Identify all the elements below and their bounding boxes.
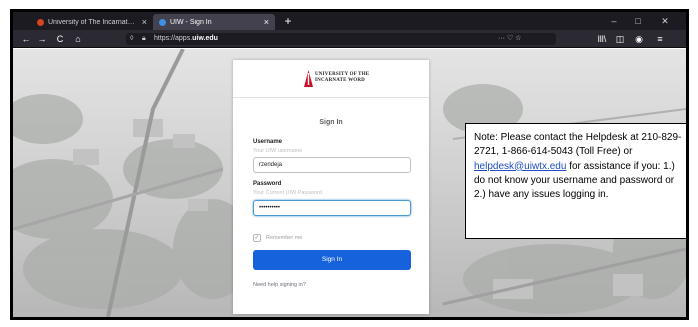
password-hint: Your Current UIW Password bbox=[253, 190, 322, 196]
username-input[interactable]: rzendeja bbox=[253, 157, 411, 173]
tab-uiw-sign-in[interactable]: UIW - Sign In × bbox=[153, 14, 275, 30]
tab-strip: University of The Incarnate W... × UIW -… bbox=[13, 12, 686, 30]
close-tab-icon[interactable]: × bbox=[142, 17, 147, 27]
home-icon[interactable]: ⌂ bbox=[71, 32, 85, 46]
maximize-icon[interactable]: □ bbox=[626, 12, 650, 30]
remember-me-checkbox[interactable]: ✓ bbox=[253, 234, 261, 242]
back-icon[interactable]: ← bbox=[19, 32, 33, 46]
tab-title: University of The Incarnate W... bbox=[48, 18, 138, 26]
forward-icon[interactable]: → bbox=[35, 32, 49, 46]
sign-in-card: UNIVERSITY OF THE INCARNATE WORD Sign In… bbox=[233, 60, 429, 314]
sign-in-button[interactable]: Sign In bbox=[253, 250, 411, 270]
uiw-logo-icon bbox=[304, 70, 313, 87]
helpdesk-note: Note: Please contact the Helpdesk at 210… bbox=[465, 123, 686, 239]
account-icon[interactable]: ◉ bbox=[632, 32, 646, 46]
browser-window: University of The Incarnate W... × UIW -… bbox=[13, 12, 686, 317]
username-hint: Your UIW username bbox=[253, 148, 303, 154]
logo-line-2: INCARNATE WORD bbox=[315, 78, 365, 83]
sign-in-favicon-icon bbox=[159, 18, 166, 26]
page-actions-icon[interactable]: ··· ♡ ☆ bbox=[498, 33, 521, 45]
remember-me-label: Remember me bbox=[266, 235, 303, 241]
minimize-icon[interactable]: – bbox=[602, 12, 626, 30]
helpdesk-email-link[interactable]: helpdesk@uiwtx.edu bbox=[474, 161, 566, 172]
close-tab-icon[interactable]: × bbox=[264, 17, 269, 27]
shield-icon[interactable]: ◊ bbox=[130, 33, 133, 45]
library-icon[interactable]: lll\ bbox=[595, 32, 609, 46]
lock-icon[interactable]: 🔒︎ bbox=[142, 33, 146, 45]
sign-in-title: Sign In bbox=[319, 119, 343, 126]
university-logo-text: UNIVERSITY OF THE INCARNATE WORD bbox=[315, 72, 369, 84]
password-label: Password bbox=[253, 181, 282, 187]
tab-title: UIW - Sign In bbox=[170, 18, 212, 26]
new-tab-icon[interactable]: + bbox=[281, 13, 295, 29]
sidebar-icon[interactable]: ◫ bbox=[613, 32, 627, 46]
password-input[interactable]: •••••••••• bbox=[253, 200, 411, 216]
reload-icon[interactable]: C bbox=[53, 32, 67, 46]
tab-university[interactable]: University of The Incarnate W... × bbox=[31, 14, 153, 30]
university-favicon-icon bbox=[37, 18, 44, 26]
need-help-link[interactable]: Need help signing in? bbox=[253, 282, 306, 288]
screenshot-frame: University of The Incarnate W... × UIW -… bbox=[10, 9, 689, 320]
menu-icon[interactable]: ≡ bbox=[653, 32, 667, 46]
url-text[interactable]: https://apps.uiw.edu bbox=[154, 33, 218, 45]
username-label: Username bbox=[253, 139, 283, 145]
remember-me-row[interactable]: ✓ Remember me bbox=[253, 234, 302, 242]
nav-bar: ← → C ⌂ ◊ 🔒︎ https://apps.uiw.edu ··· ♡ … bbox=[13, 30, 686, 48]
close-window-icon[interactable]: ✕ bbox=[653, 12, 677, 30]
card-header: UNIVERSITY OF THE INCARNATE WORD bbox=[233, 60, 429, 98]
url-bar[interactable]: ◊ 🔒︎ https://apps.uiw.edu ··· ♡ ☆ bbox=[126, 33, 556, 45]
note-text-before: Note: Please contact the Helpdesk at 210… bbox=[474, 132, 682, 158]
